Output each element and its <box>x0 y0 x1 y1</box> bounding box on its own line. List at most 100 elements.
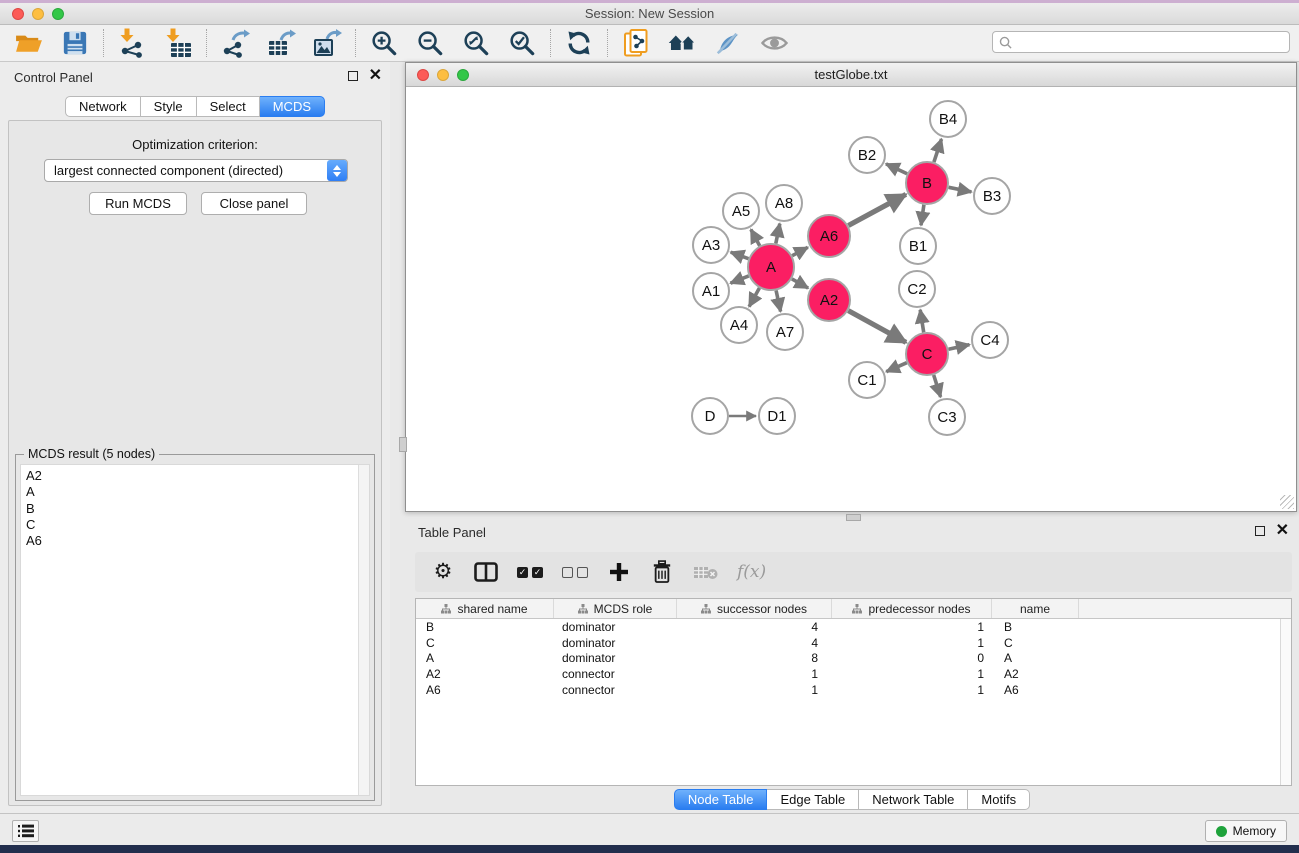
table-cell[interactable]: 0 <box>832 651 992 665</box>
mcds-result-item[interactable]: A6 <box>21 533 369 549</box>
zoom-fit-content-button[interactable] <box>461 28 491 58</box>
graph-edge[interactable] <box>848 311 906 343</box>
table-cell[interactable]: dominator <box>554 651 677 665</box>
birds-eye-view-button[interactable] <box>759 28 789 58</box>
table-settings-button[interactable]: ⚙ <box>431 559 455 585</box>
table-cell[interactable]: A2 <box>992 667 1079 681</box>
graph-node-D1[interactable]: D1 <box>759 398 795 434</box>
table-cell[interactable]: connector <box>554 667 677 681</box>
zoom-fit-selected-button[interactable] <box>507 28 537 58</box>
graph-node-C3[interactable]: C3 <box>929 399 965 435</box>
table-cell[interactable]: B <box>992 620 1079 634</box>
network-overview-button[interactable] <box>667 28 697 58</box>
graph-edge[interactable] <box>792 247 808 255</box>
tab-select[interactable]: Select <box>197 96 260 117</box>
graph-edge[interactable] <box>751 230 760 246</box>
table-cell[interactable]: 1 <box>677 683 832 697</box>
apply-layout-button[interactable] <box>564 28 594 58</box>
graph-edge[interactable] <box>792 279 808 288</box>
run-mcds-button[interactable]: Run MCDS <box>89 192 187 215</box>
graph-edge[interactable] <box>731 252 749 259</box>
graph-node-A5[interactable]: A5 <box>723 193 759 229</box>
mcds-result-list[interactable]: A2ABCA6 <box>20 464 370 796</box>
tab-edge-table[interactable]: Edge Table <box>767 789 859 810</box>
graph-node-A[interactable]: A <box>748 244 794 290</box>
graph-edge[interactable] <box>934 139 942 162</box>
graph-edge[interactable] <box>920 310 924 333</box>
table-cell[interactable]: A6 <box>992 683 1079 697</box>
network-canvas[interactable]: B4B2BB3A5A8A6B1A3AA1A2C2A4A7CC4C1C3DD1 <box>406 87 1296 511</box>
table-cell[interactable]: C <box>416 636 554 650</box>
deselect-all-button[interactable] <box>562 559 588 585</box>
mcds-result-item[interactable]: B <box>21 501 369 517</box>
table-cell[interactable]: C <box>992 636 1079 650</box>
add-column-button[interactable] <box>607 559 631 585</box>
close-panel-icon[interactable]: ✕ <box>369 71 382 81</box>
mcds-list-scrollbar[interactable] <box>358 465 369 795</box>
search-box[interactable] <box>992 31 1290 53</box>
zoom-out-button[interactable] <box>415 28 445 58</box>
graph-edge[interactable] <box>886 363 907 372</box>
delete-table-button[interactable] <box>693 559 718 585</box>
float-table-panel-icon[interactable] <box>1255 526 1265 536</box>
select-all-button[interactable]: ✓ ✓ <box>517 559 543 585</box>
delete-column-button[interactable] <box>650 559 674 585</box>
memory-button[interactable]: Memory <box>1205 820 1287 842</box>
graph-node-B4[interactable]: B4 <box>930 101 966 137</box>
zoom-in-button[interactable] <box>369 28 399 58</box>
save-session-button[interactable] <box>60 28 90 58</box>
tab-network-table[interactable]: Network Table <box>859 789 968 810</box>
table-row[interactable]: A6connector11A6 <box>416 682 1279 698</box>
graphics-details-button[interactable] <box>713 28 743 58</box>
table-cell[interactable]: dominator <box>554 620 677 634</box>
export-image-button[interactable] <box>312 28 342 58</box>
table-row[interactable]: Cdominator41C <box>416 635 1279 651</box>
mcds-result-item[interactable]: A <box>21 484 369 500</box>
column-header-predecessor-nodes[interactable]: predecessor nodes <box>832 599 992 618</box>
graph-node-B1[interactable]: B1 <box>900 228 936 264</box>
table-cell[interactable]: 1 <box>832 667 992 681</box>
table-cell[interactable]: 4 <box>677 620 832 634</box>
table-cell[interactable]: A2 <box>416 667 554 681</box>
toggle-columns-button[interactable] <box>474 559 498 585</box>
task-history-button[interactable] <box>12 820 39 842</box>
table-row[interactable]: A2connector11A2 <box>416 666 1279 682</box>
table-row[interactable]: Bdominator41B <box>416 619 1279 635</box>
tab-mcds[interactable]: MCDS <box>260 96 325 117</box>
search-input[interactable] <box>1016 35 1289 49</box>
import-network-button[interactable] <box>117 28 147 58</box>
graph-node-C1[interactable]: C1 <box>849 362 885 398</box>
graph-edge[interactable] <box>921 205 924 225</box>
graph-node-A6[interactable]: A6 <box>808 215 850 257</box>
table-cell[interactable]: connector <box>554 683 677 697</box>
table-cell[interactable]: A <box>416 651 554 665</box>
graph-node-C4[interactable]: C4 <box>972 322 1008 358</box>
table-cell[interactable]: 1 <box>832 620 992 634</box>
graph-node-B2[interactable]: B2 <box>849 137 885 173</box>
table-cell[interactable]: dominator <box>554 636 677 650</box>
vertical-divider-handle[interactable] <box>399 437 407 452</box>
column-header-name[interactable]: name <box>992 599 1079 618</box>
table-scrollbar[interactable] <box>1280 619 1291 785</box>
tab-network[interactable]: Network <box>65 96 141 117</box>
mcds-result-item[interactable]: C <box>21 517 369 533</box>
column-header-shared-name[interactable]: shared name <box>416 599 554 618</box>
graph-node-B3[interactable]: B3 <box>974 178 1010 214</box>
export-network-button[interactable] <box>220 28 250 58</box>
tab-motifs[interactable]: Motifs <box>968 789 1030 810</box>
float-panel-icon[interactable] <box>348 71 358 81</box>
graph-edge[interactable] <box>776 224 780 244</box>
mcds-result-item[interactable]: A2 <box>21 468 369 484</box>
graph-node-C2[interactable]: C2 <box>899 271 935 307</box>
table-row[interactable]: Adominator80A <box>416 650 1279 666</box>
graph-node-A3[interactable]: A3 <box>693 227 729 263</box>
graph-edge[interactable] <box>749 288 759 307</box>
open-session-button[interactable] <box>14 28 44 58</box>
graph-node-A7[interactable]: A7 <box>767 314 803 350</box>
column-header-successor-nodes[interactable]: successor nodes <box>677 599 832 618</box>
table-cell[interactable]: A6 <box>416 683 554 697</box>
criterion-dropdown[interactable]: largest connected component (directed) <box>44 159 348 182</box>
graph-node-A4[interactable]: A4 <box>721 307 757 343</box>
resize-grip-icon[interactable] <box>1280 495 1294 509</box>
tab-style[interactable]: Style <box>141 96 197 117</box>
